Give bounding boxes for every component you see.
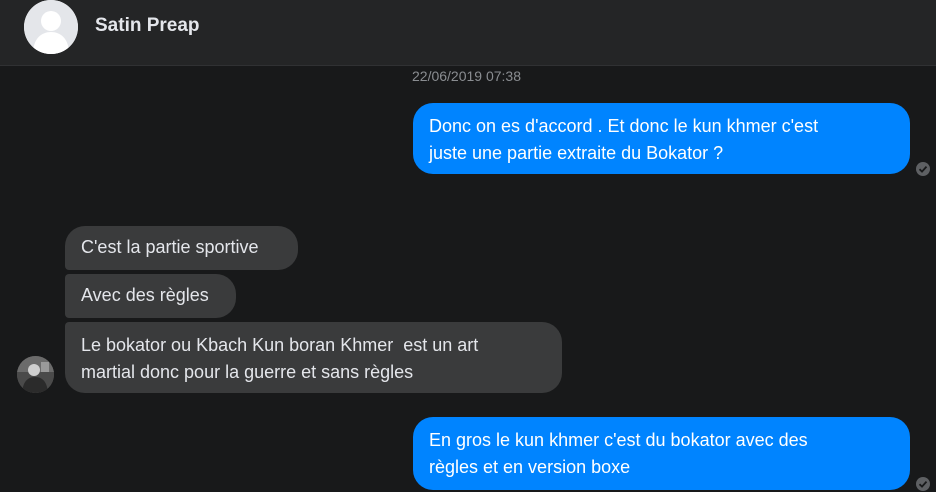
contact-name[interactable]: Satin Preap (95, 14, 200, 38)
message-timestamp: 22/06/2019 07:38 (412, 68, 521, 84)
message-line: Le bokator ou Kbach Kun boran Khmer est … (81, 335, 479, 355)
incoming-message[interactable]: Avec des règles (65, 274, 236, 318)
seen-check-icon (916, 162, 930, 176)
messenger-window: Satin Preap 22/06/2019 07:38 Donc on es … (0, 0, 936, 492)
incoming-message[interactable]: Le bokator ou Kbach Kun boran Khmer est … (65, 322, 562, 393)
message-line: martial donc pour la guerre et sans règl… (81, 362, 414, 382)
message-line: juste une partie extraite du Bokator ? (429, 143, 724, 163)
message-thread: 22/06/2019 07:38 Donc on es d'accord . E… (0, 66, 936, 492)
seen-check-icon (916, 477, 930, 491)
message-line: règles et en version boxe (429, 457, 631, 477)
message-line: C'est la partie sportive (81, 237, 259, 257)
default-avatar-icon (24, 0, 78, 54)
conversation-header: Satin Preap (0, 0, 936, 66)
message-line: Donc on es d'accord . Et donc le kun khm… (429, 116, 819, 136)
profile-photo-icon (17, 356, 54, 393)
incoming-message[interactable]: C'est la partie sportive (65, 226, 298, 270)
sender-avatar[interactable] (17, 356, 54, 393)
contact-avatar[interactable] (24, 0, 78, 54)
outgoing-message[interactable]: En gros le kun khmer c'est du bokator av… (413, 417, 910, 490)
message-line: En gros le kun khmer c'est du bokator av… (429, 430, 808, 450)
outgoing-message[interactable]: Donc on es d'accord . Et donc le kun khm… (413, 103, 910, 174)
message-line: Avec des règles (81, 285, 209, 305)
